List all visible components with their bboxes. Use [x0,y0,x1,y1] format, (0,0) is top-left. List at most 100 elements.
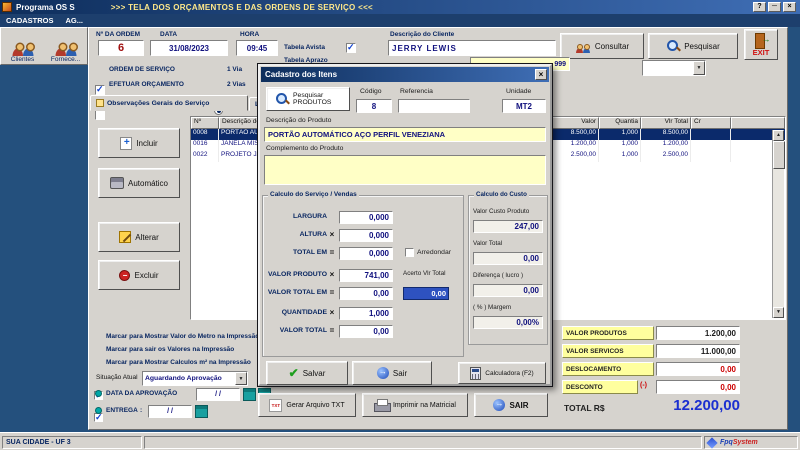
calc-vendas-title: Calculo do Serviço / Vendas [268,191,359,198]
fornecedores-button[interactable]: Fornece... [45,29,86,63]
table-cell-total: 8.500,00 [641,129,691,140]
client-field[interactable]: JERRY LEWIS [388,40,556,56]
date-field[interactable]: 31/08/2023 [150,40,228,56]
custo-produto-label: Valor Custo Produto [473,208,530,215]
entrega-separator: : [140,407,143,414]
equals-operator: = [329,288,335,297]
arredondar-checkbox[interactable] [405,248,414,257]
scroll-up-icon[interactable]: ▲ [773,130,784,141]
calculadora-button[interactable]: Calculadora (F2) [458,362,546,384]
entrega-date-field[interactable]: / / [148,405,192,418]
valor-total-em-field[interactable]: 0,00 [339,287,393,300]
custo-valor-total-field: 0,00 [473,252,543,265]
minimize-button[interactable]: ─ [768,2,781,12]
help-button[interactable]: ? [753,2,766,12]
multiply-operator: × [329,230,335,239]
chevron-down-icon[interactable]: ▼ [693,61,705,75]
imprimir-matricial-button[interactable]: Imprimir na Matricial [362,393,468,417]
order-number-field[interactable]: 6 [98,40,144,56]
print-valores-checkbox[interactable] [94,412,103,423]
total-em-field[interactable]: 0,000 [339,247,393,260]
largura-field[interactable]: 0,000 [339,211,393,224]
pesquisar-produtos-button[interactable]: Pesquisar PRODUTOS [266,87,350,111]
brand-fpq: Fpq [720,439,733,446]
menu-cadastros[interactable]: CADASTROS [0,16,60,25]
pesquisar-button[interactable]: Pesquisar [648,33,738,59]
table-cell-valor: 1.200,00 [549,140,599,151]
scroll-down-icon[interactable]: ▼ [773,307,784,318]
salvar-label: Salvar [302,368,326,378]
altura-field[interactable]: 0,000 [339,229,393,242]
incluir-button[interactable]: Incluir [98,128,180,158]
calculadora-label: Calculadora (F2) [485,369,534,377]
entrega-bullet-icon [95,407,102,414]
codigo-field[interactable]: 8 [356,99,392,113]
exit-button[interactable]: EXIT [744,29,778,60]
brand-logo-icon [706,436,718,449]
desconto-sign: (-) [640,382,647,389]
dialog-title-bar[interactable]: Cadastro dos Itens × [261,67,549,82]
total-value: 12.200,00 [673,397,740,414]
aprovacao-date-field[interactable]: / / [196,388,240,401]
menu-ag[interactable]: AG... [60,16,90,25]
incluir-label: Incluir [136,138,158,148]
tabela-avista-label: Tabela Avista [284,44,325,51]
desconto-value: 0,00 [656,380,740,394]
desconto-label: DESCONTO [562,380,638,394]
calendar-icon[interactable] [243,388,256,401]
ordem-servico-checkbox[interactable] [95,84,105,95]
table-header-c-num[interactable]: Nº [191,117,219,129]
aprovacao-label: DATA DA APROVAÇÃO [106,390,178,397]
chevron-down-icon[interactable]: ▼ [235,372,247,385]
table-header-c-total[interactable]: Vlr Total [641,117,691,129]
acerto-vlr-total-field[interactable]: 0,00 [403,287,449,300]
scrollbar-thumb[interactable] [773,141,785,169]
largura-label: LARGURA [293,213,327,220]
valor-total-label: VALOR TOTAL [279,327,327,334]
situacao-combobox[interactable]: Aguardando Aprovação ▼ [142,371,248,386]
valor-total-field[interactable]: 0,00 [339,325,393,338]
situacao-value: Aguardando Aprovação [145,375,222,382]
alterar-button[interactable]: Alterar [98,222,180,252]
referencia-field[interactable] [398,99,470,113]
alterar-label: Alterar [135,232,159,242]
table-cell-num: 0008 [191,129,219,140]
multiply-operator: × [329,270,335,279]
print-calculos-label: Marcar para Mostrar Calculos m² na Impre… [106,359,251,366]
tabela-aprazo-label: Tabela Aprazo [284,57,328,64]
calendar-icon[interactable] [195,405,208,418]
table-cell-total: 1.200,00 [641,140,691,151]
table-header-filler [731,117,785,129]
efetuar-orcamento-checkbox[interactable] [95,110,105,120]
quantidade-field[interactable]: 1,000 [339,307,393,320]
valor-servicos-value: 11.000,00 [656,344,740,358]
table-header-c-valor[interactable]: Valor [549,117,599,129]
tab-observacoes[interactable]: Observações Gerais do Serviço [90,95,248,111]
table-header-c-cr[interactable]: Cr [691,117,731,129]
gerar-txt-button[interactable]: TXT Gerar Arquivo TXT [258,393,356,417]
table-cell-quantia: 1,000 [599,129,641,140]
exit-icon [754,32,771,49]
complemento-field[interactable] [264,155,546,185]
automatico-button[interactable]: Automático [98,168,180,198]
modal-sair-button[interactable]: Sair [352,361,432,385]
dialog-close-button[interactable]: × [535,69,547,80]
time-field[interactable]: 09:45 [236,40,278,56]
sair-button[interactable]: SAIR [474,393,548,417]
descricao-produto-field[interactable]: PORTÃO AUTOMÁTICO AÇO PERFIL VENEZIANA [264,127,546,142]
header-combobox[interactable]: ▼ [642,60,706,76]
excluir-button[interactable]: − Excluir [98,260,180,290]
clientes-button[interactable]: Clientes [2,29,43,63]
total-em-label: TOTAL EM [293,249,327,256]
valor-produto-field[interactable]: 741,00 [339,269,393,282]
unidade-field[interactable]: MT2 [502,99,546,113]
consultar-label: Consultar [594,41,630,51]
tabela-avista-checkbox[interactable] [346,42,356,53]
order-number-label: Nº DA ORDEM [96,31,141,38]
table-scrollbar[interactable]: ▲ ▼ [772,130,785,318]
status-brand: Fpq System [704,436,798,449]
close-button[interactable]: × [783,2,796,12]
table-header-c-quantia[interactable]: Quantia [599,117,641,129]
consultar-button[interactable]: Consultar [560,33,644,59]
salvar-button[interactable]: ✔ Salvar [266,361,348,385]
